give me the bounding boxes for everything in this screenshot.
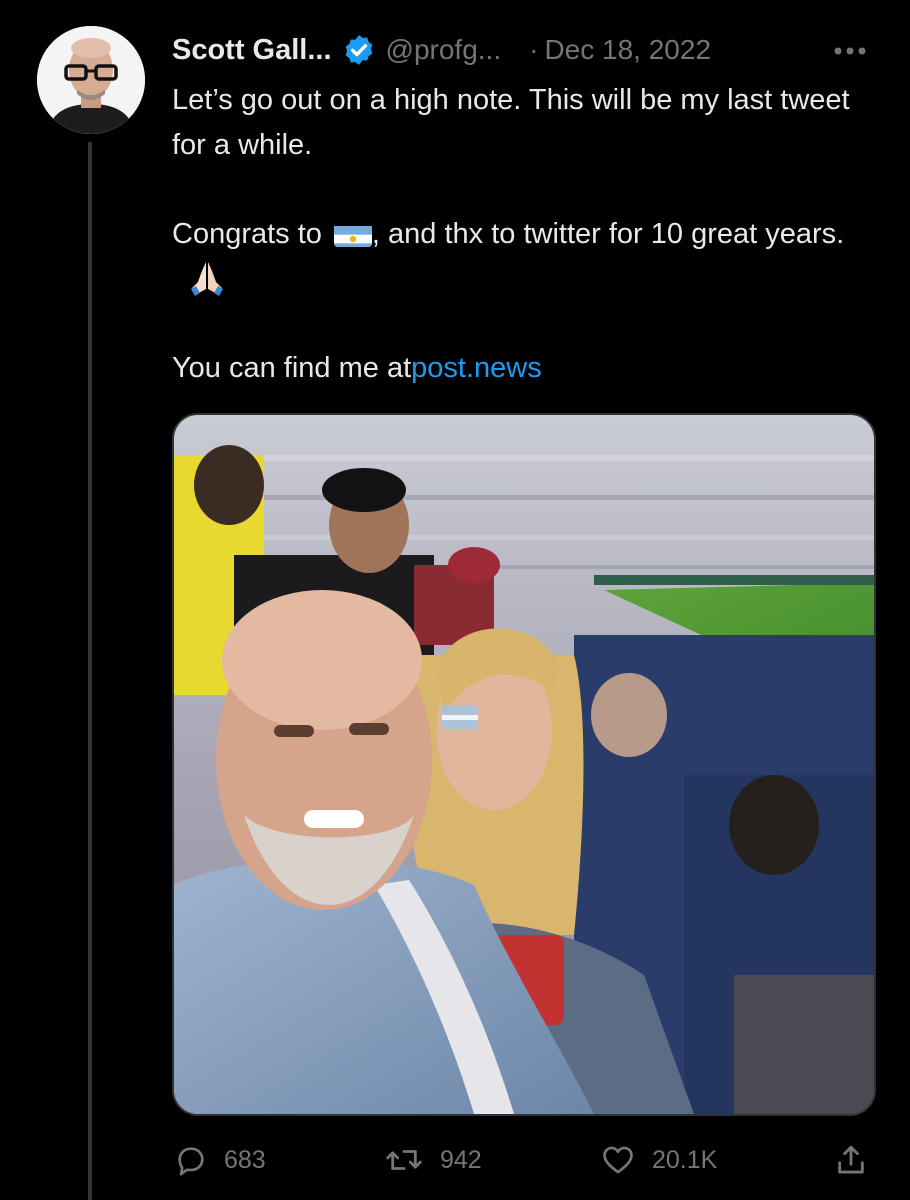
author-handle[interactable]: @profg... [386, 34, 502, 66]
tweet-header: Scott Gall... @profg... · Dec 18, 2022 [172, 28, 872, 72]
find-me-text: You can find me at [172, 352, 412, 384]
tweet-text-line1: Let’s go out on a high note. This will b… [172, 84, 850, 161]
tweet-text: Let’s go out on a high note. This will b… [172, 78, 872, 391]
author-avatar[interactable] [37, 26, 145, 134]
verified-badge-icon [342, 33, 376, 67]
tweet-actions: 683 942 20.1K [172, 1140, 872, 1180]
tweet-media-photo[interactable] [172, 413, 876, 1116]
congrats-text: Congrats to [172, 218, 322, 250]
retweet-count: 942 [440, 1145, 482, 1174]
reply-bubble-icon [178, 1147, 204, 1176]
retweet-button[interactable]: 942 [384, 1140, 482, 1180]
more-horizontal-icon[interactable] [830, 36, 870, 66]
like-button[interactable]: 20.1K [600, 1140, 717, 1180]
photo [174, 415, 874, 1114]
reply-button[interactable]: 683 [174, 1140, 266, 1180]
like-count: 20.1K [652, 1145, 718, 1174]
retweet-arrows-icon [386, 1150, 422, 1170]
argentina-flag-icon [333, 221, 372, 247]
reply-count: 683 [224, 1145, 266, 1174]
tweet-date[interactable]: Dec 18, 2022 [544, 34, 711, 66]
header-separator: · [529, 34, 539, 65]
share-button[interactable] [834, 1140, 884, 1180]
tweet-text-line3: You can find me atpost.news [172, 346, 872, 391]
post-news-link[interactable]: post.news [411, 352, 542, 384]
author-display-name[interactable]: Scott Gall... [172, 34, 332, 67]
share-upload-icon [838, 1145, 864, 1174]
tweet-text-line2: Congrats to , and thx to twitter for 10 g… [172, 212, 872, 302]
avatar-photo [37, 26, 145, 134]
congrats-text-continued: , and thx to twitter for 10 great years. [371, 218, 845, 250]
folded-hands-icon [186, 258, 228, 298]
thread-line [88, 142, 92, 1200]
heart-icon [603, 1146, 633, 1174]
